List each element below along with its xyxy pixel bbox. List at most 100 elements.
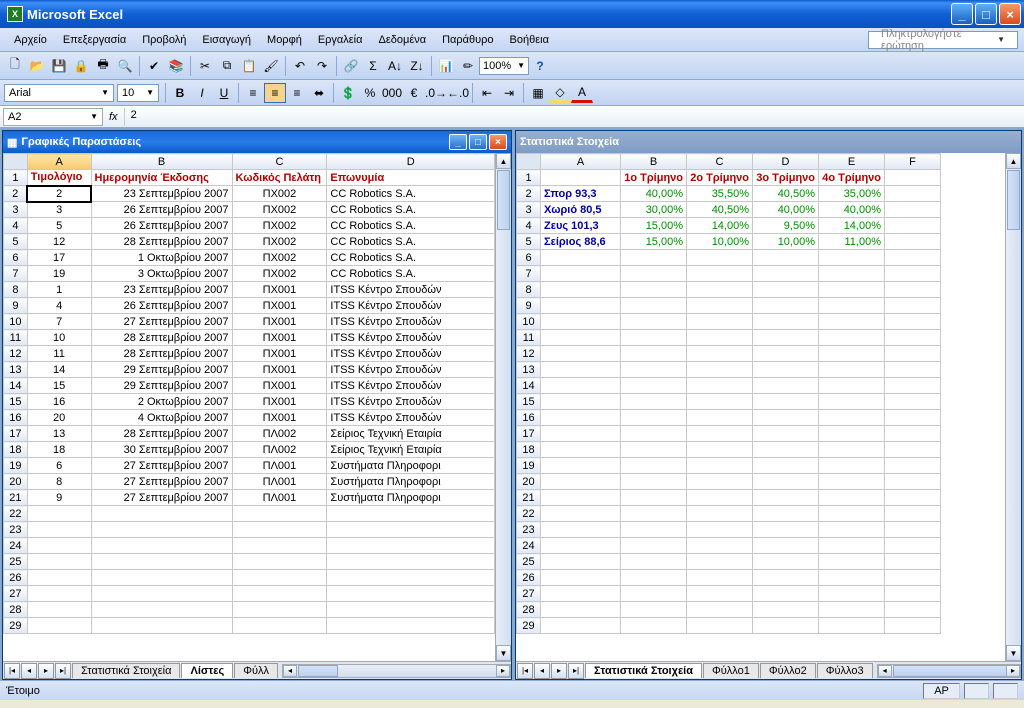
- cell[interactable]: [819, 522, 885, 538]
- spelling-icon[interactable]: ✔: [144, 56, 164, 76]
- row-header[interactable]: 8: [4, 282, 28, 298]
- cell[interactable]: [541, 282, 621, 298]
- decrease-indent-button[interactable]: ⇤: [476, 83, 498, 103]
- cell[interactable]: CC Robotics S.A.: [327, 186, 495, 202]
- cell[interactable]: ΠΛ001: [232, 458, 327, 474]
- cell[interactable]: [885, 170, 941, 186]
- decrease-decimal-button[interactable]: ←.0: [447, 83, 469, 103]
- row-header[interactable]: 8: [517, 282, 541, 298]
- cell[interactable]: CC Robotics S.A.: [327, 234, 495, 250]
- cell[interactable]: [819, 586, 885, 602]
- cell[interactable]: [621, 314, 687, 330]
- row-header[interactable]: 21: [517, 490, 541, 506]
- cell[interactable]: [885, 538, 941, 554]
- cell[interactable]: 23 Σεπτεμβρίου 2007: [91, 186, 232, 202]
- cell[interactable]: [541, 426, 621, 442]
- cell[interactable]: [753, 282, 819, 298]
- cell[interactable]: [819, 442, 885, 458]
- col-header[interactable]: A: [541, 154, 621, 170]
- cell[interactable]: [819, 554, 885, 570]
- cell[interactable]: [687, 426, 753, 442]
- menu-data[interactable]: Δεδομένα: [371, 31, 435, 49]
- cell[interactable]: 29 Σεπτεμβρίου 2007: [91, 362, 232, 378]
- cell[interactable]: 9: [27, 490, 91, 506]
- row-header[interactable]: 5: [4, 234, 28, 250]
- cell[interactable]: [27, 618, 91, 634]
- menu-view[interactable]: Προβολή: [134, 31, 194, 49]
- row-header[interactable]: 4: [4, 218, 28, 234]
- close-button[interactable]: ×: [999, 3, 1021, 25]
- align-right-button[interactable]: ≡: [286, 83, 308, 103]
- row-header[interactable]: 1: [4, 170, 28, 186]
- cell[interactable]: Ζευς 101,3: [541, 218, 621, 234]
- cell[interactable]: [753, 394, 819, 410]
- cell[interactable]: 12: [27, 234, 91, 250]
- scroll-thumb[interactable]: [497, 170, 510, 230]
- cell[interactable]: [687, 394, 753, 410]
- format-painter-icon[interactable]: 🖌: [261, 56, 281, 76]
- row-header[interactable]: 15: [517, 394, 541, 410]
- cell[interactable]: ITSS Κέντρο Σπουδών: [327, 330, 495, 346]
- cell[interactable]: [687, 490, 753, 506]
- cell[interactable]: 3: [27, 202, 91, 218]
- cell[interactable]: 1: [27, 282, 91, 298]
- cell[interactable]: 40,00%: [753, 202, 819, 218]
- cell[interactable]: ΠΧ001: [232, 378, 327, 394]
- row-header[interactable]: 18: [517, 442, 541, 458]
- cell[interactable]: ΠΧ002: [232, 250, 327, 266]
- minimize-button[interactable]: _: [951, 3, 973, 25]
- cell[interactable]: [885, 458, 941, 474]
- cell[interactable]: ΠΧ002: [232, 186, 327, 202]
- cell[interactable]: [885, 602, 941, 618]
- cell[interactable]: ITSS Κέντρο Σπουδών: [327, 378, 495, 394]
- cell[interactable]: [621, 426, 687, 442]
- row-header[interactable]: 7: [4, 266, 28, 282]
- cell[interactable]: 23 Σεπτεμβρίου 2007: [91, 282, 232, 298]
- new-icon[interactable]: 🗋: [5, 56, 25, 76]
- currency-button[interactable]: 💲: [337, 83, 359, 103]
- cell[interactable]: 4ο Τρίμηνο: [819, 170, 885, 186]
- cell[interactable]: [753, 378, 819, 394]
- scroll-down-icon[interactable]: ▼: [1006, 645, 1021, 661]
- cell[interactable]: Επωνυμία: [327, 170, 495, 186]
- cell[interactable]: [687, 266, 753, 282]
- italic-button[interactable]: I: [191, 83, 213, 103]
- cell[interactable]: [885, 490, 941, 506]
- cell[interactable]: CC Robotics S.A.: [327, 266, 495, 282]
- cell[interactable]: [885, 234, 941, 250]
- permission-icon[interactable]: 🔒: [71, 56, 91, 76]
- cell[interactable]: [541, 362, 621, 378]
- cell[interactable]: [327, 506, 495, 522]
- row-header[interactable]: 22: [517, 506, 541, 522]
- font-name-box[interactable]: Arial▼: [4, 84, 114, 102]
- cell[interactable]: 10: [27, 330, 91, 346]
- cell[interactable]: [621, 330, 687, 346]
- sheet-grid-right[interactable]: ABCDEF11ο Τρίμηνο2ο Τρίμηνο3ο Τρίμηνο4ο …: [516, 153, 1021, 661]
- cell[interactable]: [91, 554, 232, 570]
- menu-edit[interactable]: Επεξεργασία: [55, 31, 134, 49]
- cell[interactable]: CC Robotics S.A.: [327, 218, 495, 234]
- col-header[interactable]: C: [687, 154, 753, 170]
- cell[interactable]: [819, 426, 885, 442]
- cell[interactable]: 28 Σεπτεμβρίου 2007: [91, 346, 232, 362]
- cell[interactable]: [687, 330, 753, 346]
- cell[interactable]: [753, 458, 819, 474]
- cell[interactable]: 6: [27, 458, 91, 474]
- cell[interactable]: Συστήματα Πληροφορι: [327, 458, 495, 474]
- cell[interactable]: [541, 618, 621, 634]
- cell[interactable]: 10,00%: [753, 234, 819, 250]
- row-header[interactable]: 28: [4, 602, 28, 618]
- cell[interactable]: ΠΧ001: [232, 362, 327, 378]
- cell[interactable]: ΠΧ001: [232, 330, 327, 346]
- cell[interactable]: ΠΛ001: [232, 474, 327, 490]
- cell[interactable]: ΠΛ001: [232, 490, 327, 506]
- cell[interactable]: [753, 570, 819, 586]
- merge-center-button[interactable]: ⬌: [308, 83, 330, 103]
- cell[interactable]: 15,00%: [621, 234, 687, 250]
- underline-button[interactable]: U: [213, 83, 235, 103]
- row-header[interactable]: 25: [4, 554, 28, 570]
- cell[interactable]: [753, 250, 819, 266]
- horizontal-scrollbar[interactable]: ◂▸: [282, 664, 511, 678]
- cell[interactable]: 28 Σεπτεμβρίου 2007: [91, 234, 232, 250]
- child-titlebar-right[interactable]: Στατιστικά Στοιχεία: [516, 131, 1021, 153]
